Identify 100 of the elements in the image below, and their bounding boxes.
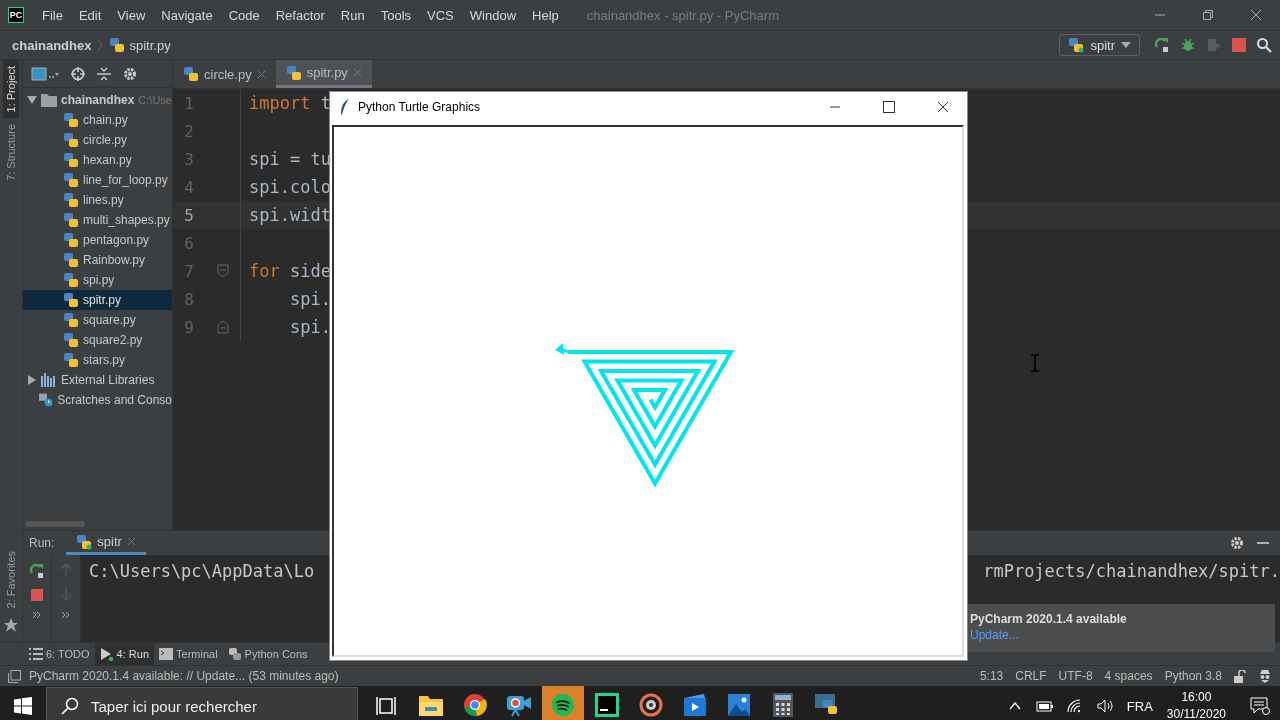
more-icon[interactable]	[32, 611, 42, 619]
locate-icon[interactable]	[71, 66, 85, 81]
search-icon[interactable]	[1256, 37, 1272, 53]
status-item[interactable]: UTF-8	[1058, 669, 1093, 683]
tool-window-tab[interactable]: 7: Structure	[3, 118, 19, 188]
menu-item[interactable]: Tools	[372, 7, 420, 23]
tool-tab[interactable]: Terminal	[154, 643, 223, 665]
more-icon[interactable]	[61, 611, 71, 619]
settings-icon[interactable]	[123, 66, 137, 81]
menu-item[interactable]: View	[109, 7, 154, 23]
menu-item[interactable]: Run	[332, 7, 373, 23]
tree-item[interactable]: spi.py	[23, 270, 172, 290]
code-line: spi.	[288, 289, 331, 309]
wifi-icon[interactable]	[1066, 699, 1083, 713]
console-output: C:\Users\pc\AppData\Lo	[89, 561, 315, 583]
tree-item[interactable]: spitr.py	[23, 290, 172, 310]
expand-arrow-icon[interactable]	[27, 95, 37, 105]
line-number: 2	[183, 121, 195, 141]
python-file-icon	[63, 172, 79, 188]
tree-item[interactable]: line_for_loop.py	[23, 170, 172, 190]
rerun-icon[interactable]	[1154, 37, 1170, 53]
terminal-icon	[159, 648, 174, 660]
tool-tab[interactable]: 4: Run	[94, 643, 155, 665]
notification-icon[interactable]	[1250, 697, 1270, 715]
tool-tab[interactable]: Python Cons	[222, 643, 313, 665]
tree-item[interactable]: hexan.py	[23, 150, 172, 170]
clock[interactable]: 16:00 30/11/2020	[1166, 689, 1226, 720]
python-file-icon	[63, 192, 79, 208]
line-number: 6	[183, 233, 195, 253]
rerun-icon[interactable]	[29, 563, 45, 579]
menu-item[interactable]: Window	[461, 7, 525, 23]
breadcrumb[interactable]: chainandhex	[12, 37, 92, 53]
menu-item[interactable]: Navigate	[153, 7, 221, 23]
tool-tab[interactable]: 6: TODO	[24, 643, 95, 665]
play-icon	[99, 647, 114, 661]
caret-icon	[1121, 42, 1131, 48]
spotify-taskbar-icon[interactable]	[542, 686, 584, 720]
status-item[interactable]: 4 spaces	[1104, 669, 1153, 683]
fold-marker-icon[interactable]	[216, 264, 229, 278]
star-icon	[4, 618, 18, 632]
python-file-icon	[183, 66, 199, 82]
line-number: 5	[183, 205, 195, 225]
status-item[interactable]: Python 3.8	[1164, 669, 1222, 683]
run-configuration-dropdown[interactable]: spitr	[1059, 34, 1140, 56]
start-icon[interactable]	[14, 697, 32, 715]
status-item[interactable]: CRLF	[1015, 669, 1047, 683]
chevron-up-icon[interactable]	[1008, 702, 1021, 710]
tree-item[interactable]: multi_shapes.py	[23, 210, 172, 230]
panel-toggle-icon[interactable]	[8, 669, 21, 683]
maximize-icon[interactable]	[883, 101, 895, 113]
scratches-icon	[38, 392, 54, 408]
tree-item[interactable]: square.py	[23, 310, 172, 330]
tree-item[interactable]: chainandhex	[61, 93, 135, 107]
python-file-icon	[109, 37, 126, 53]
lock-icon[interactable]	[1234, 669, 1246, 683]
tree-item[interactable]: square2.py	[23, 330, 172, 350]
tool-window-tab[interactable]: 2: Favorites	[3, 544, 19, 614]
fold-marker-icon[interactable]	[216, 320, 229, 334]
python-file-icon	[63, 132, 79, 148]
close-icon[interactable]	[937, 101, 949, 113]
python-file-icon	[63, 152, 79, 168]
python-file-icon	[63, 232, 79, 248]
line-number: 8	[183, 289, 195, 309]
tree-item[interactable]: stars.py	[23, 350, 172, 370]
editor-tab[interactable]: circle.py	[173, 60, 276, 88]
tree-item[interactable]: Rainbow.py	[23, 250, 172, 270]
bug-icon[interactable]	[1180, 37, 1196, 53]
window-title: Python Turtle Graphics	[358, 100, 481, 114]
menu-item[interactable]: Code	[220, 7, 268, 23]
collapse-icon[interactable]	[97, 66, 111, 81]
breadcrumb[interactable]: spitr.py	[129, 37, 171, 53]
language-indicator[interactable]: FRA	[1126, 698, 1153, 714]
restore-icon[interactable]	[1202, 9, 1214, 21]
tree-item[interactable]: External Libraries	[61, 373, 155, 387]
view-mode-icon[interactable]	[31, 66, 59, 81]
settings-icon[interactable]	[1230, 536, 1244, 550]
tree-item[interactable]: Scratches and Conso	[57, 393, 172, 407]
tool-window-tab[interactable]: 1: Project	[3, 60, 19, 119]
editor-tab[interactable]: spitr.py	[275, 60, 372, 88]
tree-item[interactable]: pentagon.py	[23, 230, 172, 250]
menu-item[interactable]: File	[34, 7, 71, 23]
tree-item[interactable]: lines.py	[23, 190, 172, 210]
code-line: spi.colo	[248, 177, 331, 197]
expand-arrow-icon[interactable]	[27, 375, 37, 385]
search-field[interactable]: Taper ici pour rechercher	[46, 687, 358, 720]
menu-item[interactable]: Edit	[70, 7, 110, 23]
tree-item[interactable]: chain.py	[23, 110, 172, 130]
tree-item[interactable]: circle.py	[23, 130, 172, 150]
status-item[interactable]: 5:13	[979, 669, 1004, 683]
menu-item[interactable]: Help	[524, 7, 567, 23]
python-file-icon	[63, 292, 79, 308]
menu-item[interactable]: VCS	[419, 7, 462, 23]
text-cursor-icon	[1030, 354, 1040, 372]
inspector-icon[interactable]	[1258, 669, 1272, 683]
python-file-icon	[63, 252, 79, 268]
menu-item[interactable]: Refactor	[267, 7, 333, 23]
console-output: rmProjects/chainandhex/spitr.	[983, 561, 1280, 583]
volume-icon[interactable]	[1096, 699, 1113, 713]
battery-icon[interactable]	[1034, 700, 1053, 712]
notification-title: PyCharm 2020.1.4 available	[970, 612, 1127, 626]
